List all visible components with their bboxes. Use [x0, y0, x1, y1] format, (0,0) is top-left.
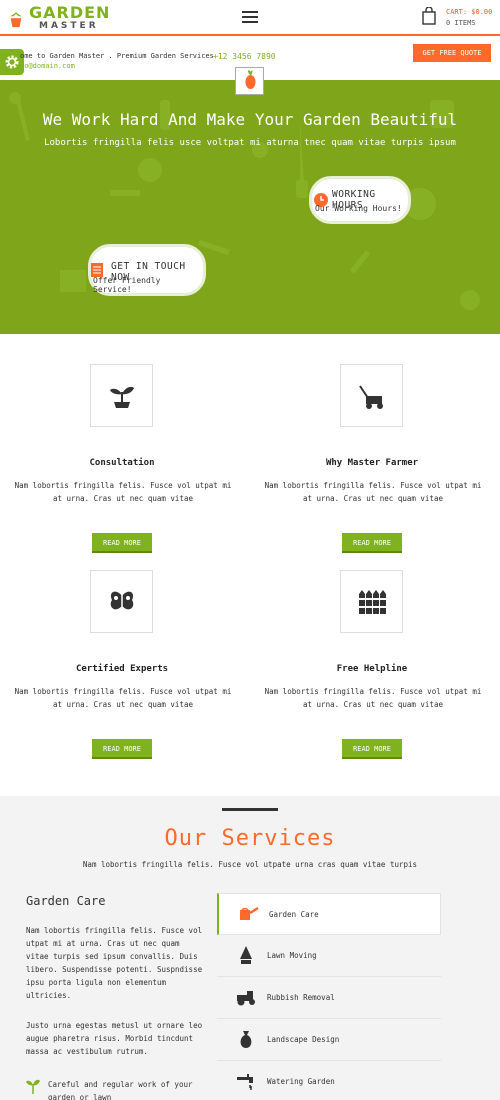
tab-rubbish-removal[interactable]: Rubbish Removal [217, 977, 441, 1019]
tab-lawn-moving[interactable]: Lawn Moving [217, 935, 441, 977]
feature-title: Why Master Farmer [325, 458, 419, 468]
feature-icon-box [90, 570, 153, 633]
phone-number[interactable]: +12 3456 7890 [213, 52, 276, 61]
tap-icon [237, 1074, 253, 1090]
services-section: Our Services Nam lobortis fringilla feli… [0, 796, 500, 1100]
working-hours-subtitle: Our Working Hours! [315, 204, 402, 213]
feature-description: Nam lobortis fringilla felis. Fusce vol … [14, 687, 232, 709]
butterfly-icon [110, 591, 134, 610]
feature-title: Consultation [89, 458, 155, 468]
feature-icon-box [340, 570, 403, 633]
working-hours-card[interactable]: WORKING HOURS Our Working Hours! [309, 176, 411, 224]
tab-label: Landscape Design [267, 1035, 340, 1044]
tab-garden-care[interactable]: Garden Care [217, 893, 441, 935]
feature-description: Nam lobortis fringilla felis. Fusce vol … [264, 687, 482, 709]
tab-label: Rubbish Removal [267, 993, 335, 1002]
features-section: Consultation Nam lobortis fringilla feli… [0, 336, 500, 796]
sprout-icon [26, 1079, 40, 1094]
feature-icon-box [90, 364, 153, 427]
carrot-icon [245, 70, 256, 89]
list-item: Careful and regular work of your garden … [26, 1074, 206, 1100]
sack-icon [240, 1031, 252, 1048]
cart-items: 0 ITEMS [446, 19, 476, 27]
cart-total: CART: $0.00 [446, 8, 493, 16]
garden-care-title: Garden Care [26, 894, 106, 908]
welcome-text: ome to Garden Master . Premium Garden Se… [20, 52, 214, 60]
garden-care-paragraph: Nam lobortis fringilla felis. Fusce vol … [26, 926, 203, 1000]
feature-free-helpline: Free Helpline Nam lobortis fringilla fel… [250, 542, 500, 759]
flowerpot-icon [10, 12, 22, 28]
hero-subtitle: Lobortis fringilla felis usce voltpat mi… [44, 138, 456, 148]
feature-title: Certified Experts [75, 664, 169, 674]
get-in-touch-card[interactable]: GET IN TOUCH NOW Offer Friendly Service! [88, 244, 206, 296]
lawnmower-icon [359, 385, 383, 409]
fence-icon [358, 590, 387, 614]
logo[interactable]: GARDEN MASTER [9, 4, 109, 32]
hero-banner: We Work Hard And Make Your Garden Beauti… [0, 80, 500, 334]
tractor-icon [237, 991, 255, 1006]
feature-description: Nam lobortis fringilla felis. Fusce vol … [14, 481, 232, 503]
zigzag-divider [0, 320, 500, 334]
cart-summary[interactable]: CART: $0.00 0 ITEMS [446, 7, 492, 29]
logo-text-bottom: MASTER [39, 21, 99, 31]
services-tab-list: Garden Care Lawn Moving Rubbish Removal … [217, 893, 441, 1100]
read-more-button[interactable]: READ MORE [342, 739, 402, 759]
tab-label: Watering Garden [267, 1077, 335, 1086]
section-separator [222, 808, 278, 811]
logo-text-top: GARDEN [29, 3, 111, 22]
lamp-icon [240, 946, 252, 964]
feature-icon-box [340, 364, 403, 427]
feature-consultation: Consultation Nam lobortis fringilla feli… [0, 336, 250, 553]
free-quote-button[interactable]: GET FREE QUOTE [413, 44, 491, 62]
get-in-touch-subtitle: Offer Friendly Service! [93, 276, 161, 294]
feature-certified-experts: Certified Experts Nam lobortis fringilla… [0, 542, 250, 759]
feature-title: Free Helpline [336, 664, 408, 674]
menu-icon[interactable] [242, 11, 258, 23]
tab-watering-garden[interactable]: Watering Garden [217, 1061, 441, 1100]
feature-why-master-farmer: Why Master Farmer Nam lobortis fringilla… [250, 336, 500, 553]
services-subtitle: Nam lobortis fringilla felis. Fusce vol … [82, 860, 418, 869]
banner-icon [235, 67, 264, 95]
watering-can-icon [240, 906, 259, 920]
sprout-icon [110, 386, 134, 408]
site-header: GARDEN MASTER CART: $0.00 0 ITEMS [0, 0, 500, 36]
list-item-text: Careful and regular work of your garden … [48, 1080, 193, 1100]
shopping-bag-icon[interactable] [422, 7, 436, 25]
tab-label: Lawn Moving [267, 951, 317, 960]
email-link[interactable]: fo@domain.com [20, 62, 75, 70]
tab-label: Garden Care [269, 910, 319, 919]
gear-icon [5, 55, 19, 69]
read-more-button[interactable]: READ MORE [92, 739, 152, 759]
feature-description: Nam lobortis fringilla felis. Fusce vol … [264, 481, 482, 503]
hero-title: We Work Hard And Make Your Garden Beauti… [42, 110, 458, 129]
garden-care-paragraph-2: Justo urna egestas metusl ut ornare leo … [26, 1021, 203, 1056]
tab-landscape-design[interactable]: Landscape Design [217, 1019, 441, 1061]
services-title: Our Services [164, 826, 336, 851]
